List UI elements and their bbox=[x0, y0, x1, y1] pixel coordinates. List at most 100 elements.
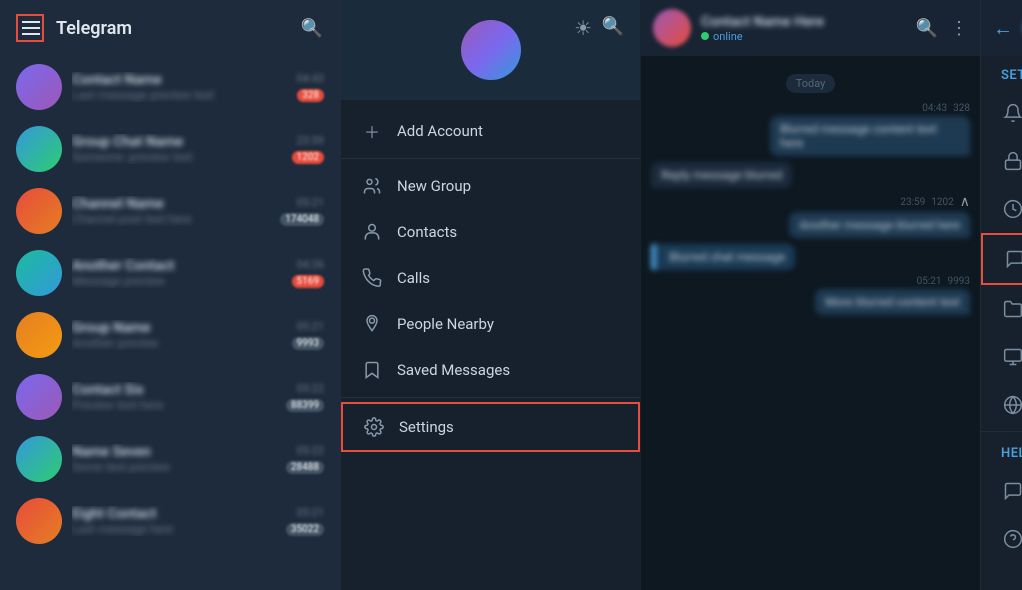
chat-badge: 35022 bbox=[286, 523, 324, 536]
menu-item-calls[interactable]: Calls bbox=[341, 255, 640, 301]
settings-section-title: Settings bbox=[981, 56, 1022, 89]
menu-item-label: New Group bbox=[397, 177, 471, 195]
chat-meta: 05:21 9993 bbox=[292, 320, 324, 350]
chat-preview: Someone: preview text bbox=[72, 150, 282, 164]
hamburger-line-1 bbox=[22, 21, 40, 23]
settings-item-ask-question[interactable]: Ask a Question bbox=[981, 467, 1022, 515]
menu-section: ＋ Add Account New Group Contacts bbox=[341, 100, 640, 460]
chat-preview: Last message here bbox=[72, 522, 276, 536]
settings-item-privacy[interactable]: Privacy and Security bbox=[981, 137, 1022, 185]
message-text: Blurred message content text here bbox=[780, 122, 960, 150]
settings-divider bbox=[981, 431, 1022, 432]
chat-info: Contact Six Preview text here bbox=[72, 382, 276, 412]
avatar bbox=[16, 188, 62, 234]
chat-info: Eight Contact Last message here bbox=[72, 506, 276, 536]
menu-item-add-account[interactable]: ＋ Add Account bbox=[341, 108, 640, 154]
message-bubble-out: Blurred message content text here bbox=[770, 116, 970, 156]
list-item[interactable]: Contact Name Last message preview text 0… bbox=[0, 56, 340, 118]
list-item[interactable]: Group Chat Name Someone: preview text 23… bbox=[0, 118, 340, 180]
message-bubble-in: Blurred chat message bbox=[651, 244, 795, 270]
menu-item-label: Settings bbox=[399, 418, 454, 436]
contacts-icon bbox=[361, 221, 383, 243]
contact-name: Contact Name Here bbox=[701, 14, 906, 30]
avatar bbox=[16, 312, 62, 358]
add-icon: ＋ bbox=[361, 120, 383, 142]
group-icon bbox=[361, 175, 383, 197]
chat-preview: Some text preview bbox=[72, 460, 276, 474]
settings-item-notifications[interactable]: Notifications and Sounds bbox=[981, 89, 1022, 137]
avatar bbox=[16, 498, 62, 544]
calls-icon bbox=[361, 267, 383, 289]
chat-name: Contact Six bbox=[72, 382, 276, 398]
menu-item-saved-messages[interactable]: Saved Messages bbox=[341, 347, 640, 393]
msg-group: Reply message blurred bbox=[651, 162, 970, 188]
chat-time: 05:22 bbox=[297, 382, 324, 395]
list-item[interactable]: Channel Name Channel post text here 05:2… bbox=[0, 180, 340, 242]
settings-item-folders[interactable]: Folders bbox=[981, 285, 1022, 333]
settings-item-devices[interactable]: Devices bbox=[981, 333, 1022, 381]
messages-area: Today 04:43 328 Blurred message content … bbox=[641, 56, 980, 590]
chat-list-panel: Telegram 🔍 Contact Name Last message pre… bbox=[0, 0, 340, 590]
search-icon[interactable]: 🔍 bbox=[916, 18, 938, 39]
list-item[interactable]: Name Seven Some text preview 05:22 28488 bbox=[0, 428, 340, 490]
brightness-icon[interactable]: ☀ bbox=[574, 16, 592, 40]
chat-time: 05:22 bbox=[297, 444, 324, 457]
chat-badge: 5169 bbox=[292, 275, 324, 288]
contact-info: Contact Name Here online bbox=[701, 14, 906, 43]
search-icon[interactable]: 🔍 bbox=[300, 16, 324, 40]
chat-time: 04:26 bbox=[297, 258, 324, 271]
settings-gear-icon bbox=[363, 416, 385, 438]
list-item[interactable]: Another Contact Message preview 04:26 51… bbox=[0, 242, 340, 304]
chat-name: Contact Name bbox=[72, 72, 287, 88]
list-item[interactable]: Eight Contact Last message here 05:21 35… bbox=[0, 490, 340, 552]
chat-preview: Preview text here bbox=[72, 398, 276, 412]
avatar bbox=[16, 436, 62, 482]
settings-item-language[interactable]: Language bbox=[981, 381, 1022, 429]
chat-meta: 05:21 174048 bbox=[280, 196, 324, 226]
ask-question-icon bbox=[1001, 479, 1022, 503]
menu-item-label: Contacts bbox=[397, 223, 457, 241]
list-item[interactable]: Contact Six Preview text here 05:22 8839… bbox=[0, 366, 340, 428]
chat-time: 23:59 bbox=[297, 134, 324, 147]
settings-item-chat-settings[interactable]: Chat Settings bbox=[981, 233, 1022, 285]
back-button[interactable]: ← bbox=[993, 16, 1013, 41]
chat-info: Group Chat Name Someone: preview text bbox=[72, 134, 282, 164]
chat-badge: 9993 bbox=[292, 337, 324, 350]
chat-info: Group Name Another preview bbox=[72, 320, 282, 350]
list-item[interactable]: Group Name Another preview 05:21 9993 bbox=[0, 304, 340, 366]
message-bubble-out: More blurred content text bbox=[815, 289, 970, 315]
menu-item-label: Saved Messages bbox=[397, 361, 510, 379]
chat-badge: 174048 bbox=[280, 213, 324, 226]
hamburger-menu-button[interactable] bbox=[16, 14, 44, 42]
search-icon[interactable]: 🔍 bbox=[602, 16, 624, 37]
settings-item-telegram-faq[interactable]: Telegram FAQ bbox=[981, 515, 1022, 563]
message-text: Blurred chat message bbox=[661, 250, 785, 264]
menu-item-settings[interactable]: Settings bbox=[341, 402, 640, 452]
panel2-header: ☀ 🔍 bbox=[341, 0, 640, 100]
chat-badge: 1202 bbox=[292, 151, 324, 164]
menu-item-contacts[interactable]: Contacts bbox=[341, 209, 640, 255]
menu-item-new-group[interactable]: New Group bbox=[341, 163, 640, 209]
conversation-panel: Contact Name Here online 🔍 ⋮ Today 04:43… bbox=[640, 0, 980, 590]
settings-item-data-storage[interactable]: Data and Storage bbox=[981, 185, 1022, 233]
more-icon[interactable]: ⋮ bbox=[950, 18, 968, 39]
notifications-icon bbox=[1001, 101, 1022, 125]
chat-meta: 04:26 5169 bbox=[292, 258, 324, 288]
panel3-header: Contact Name Here online 🔍 ⋮ bbox=[641, 0, 980, 56]
devices-icon bbox=[1001, 345, 1022, 369]
chat-name: Group Name bbox=[72, 320, 282, 336]
chat-preview: Message preview bbox=[72, 274, 282, 288]
language-icon bbox=[1001, 393, 1022, 417]
message-bubble-in: Reply message blurred bbox=[651, 162, 792, 188]
menu-item-people-nearby[interactable]: People Nearby bbox=[341, 301, 640, 347]
contact-status: online bbox=[701, 30, 906, 43]
chat-badge: 328 bbox=[297, 89, 324, 102]
chat-info: Another Contact Message preview bbox=[72, 258, 282, 288]
chat-meta: 05:22 88399 bbox=[286, 382, 324, 412]
chat-info: Contact Name Last message preview text bbox=[72, 72, 287, 102]
avatar bbox=[653, 9, 691, 47]
avatar bbox=[16, 64, 62, 110]
faq-icon bbox=[1001, 527, 1022, 551]
help-section-title: Help bbox=[981, 434, 1022, 467]
privacy-lock-icon bbox=[1001, 149, 1022, 173]
